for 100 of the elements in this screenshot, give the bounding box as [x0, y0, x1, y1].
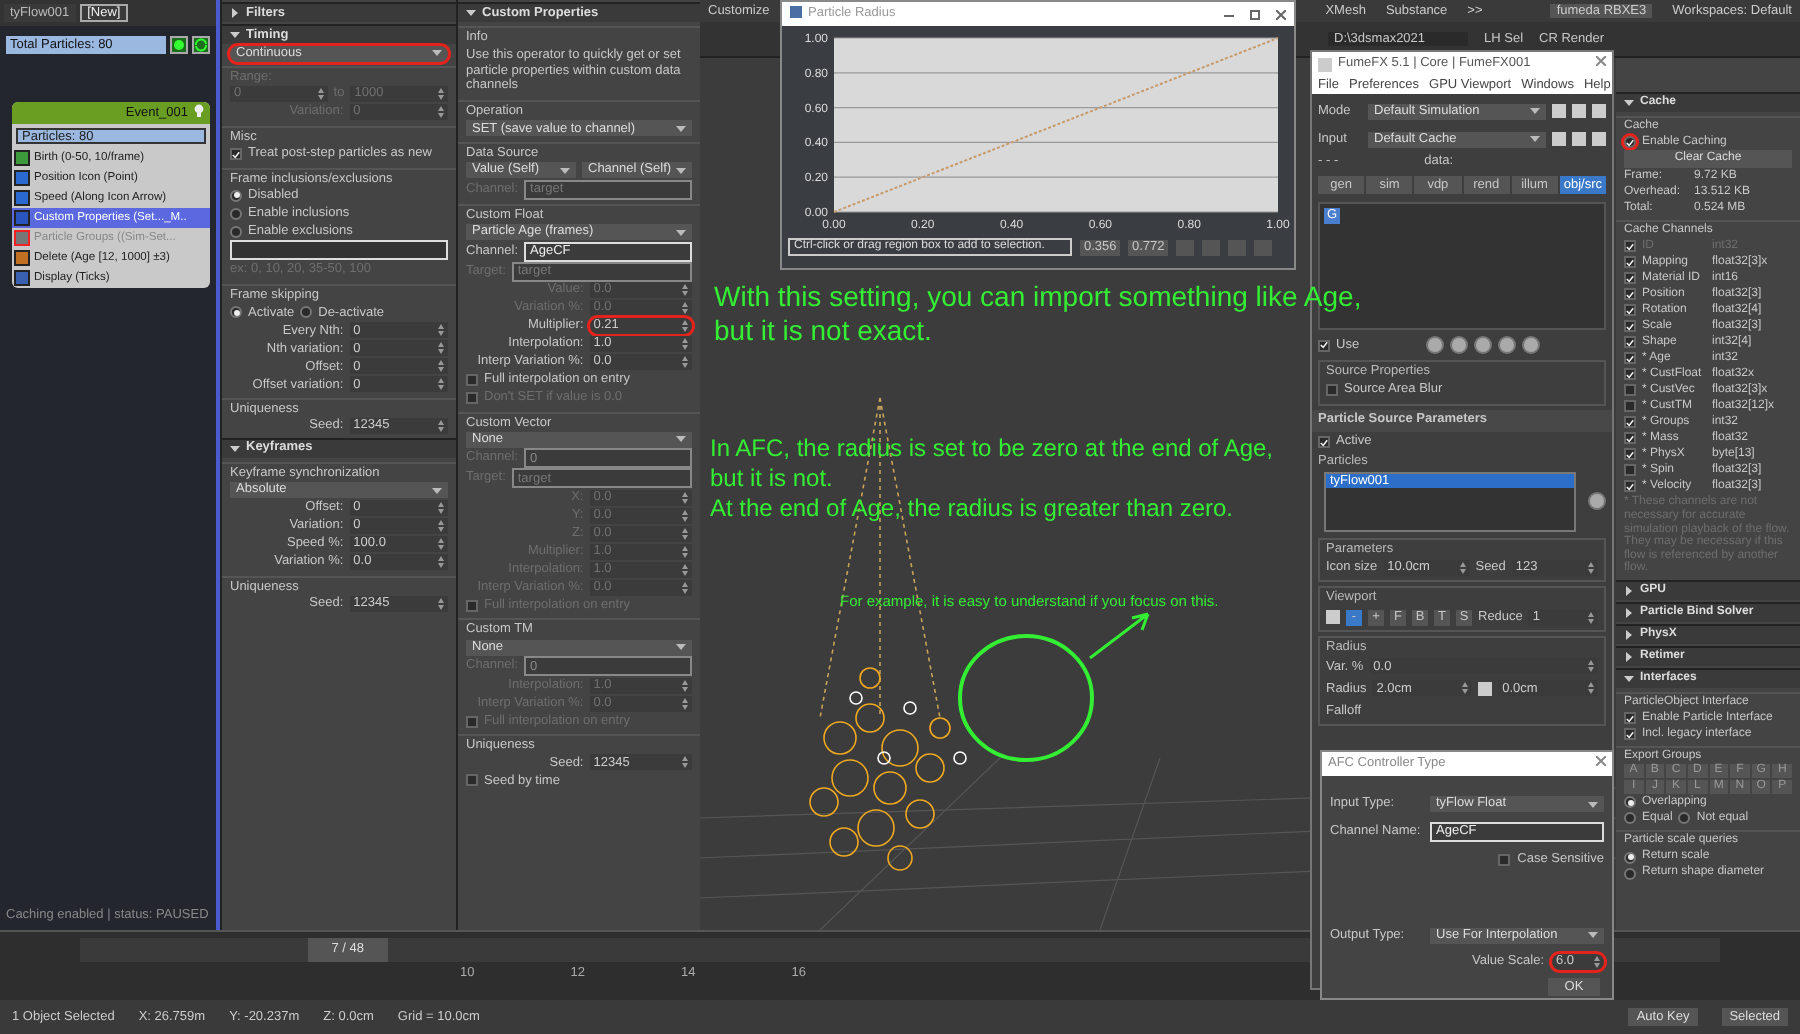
spinner-arrows-icon [1459, 561, 1466, 574]
spinner-arrows-icon [438, 88, 445, 101]
checkbox[interactable] [1318, 339, 1330, 351]
checkbox[interactable] [1624, 368, 1636, 381]
spinner-arrows-icon [438, 106, 444, 119]
checkbox[interactable] [1624, 272, 1636, 285]
status-light-icon [170, 36, 188, 54]
spinner-arrows-icon [1588, 660, 1594, 673]
spinner-arrows-icon [317, 88, 324, 101]
collapse-icon [230, 443, 240, 454]
radio-button[interactable] [300, 306, 313, 319]
annotation-text: With this setting, you can import something like Age, [714, 280, 1362, 314]
checkbox[interactable] [1624, 728, 1636, 741]
radio-button[interactable] [1624, 867, 1636, 879]
spinner-arrows-icon [682, 545, 688, 558]
refresh-icon[interactable] [192, 36, 210, 54]
radio-button[interactable] [230, 189, 242, 202]
hand-drawn-circle [958, 634, 1094, 762]
annotation-text: In AFC, the radius is set to be zero at the end of Age, [710, 434, 1274, 464]
text-input-field[interactable] [230, 240, 448, 261]
checkbox[interactable] [1624, 304, 1636, 317]
checkbox[interactable] [1624, 712, 1636, 725]
spinner-arrows-icon [682, 509, 688, 522]
spinner-arrows-icon [438, 597, 444, 610]
checkbox[interactable] [230, 148, 242, 161]
checkbox[interactable] [1624, 320, 1636, 333]
annotation-text: At the end of Age, the radius is greater than zero. [710, 494, 1233, 524]
checkbox[interactable] [1326, 384, 1338, 397]
spinner-arrows-icon [438, 324, 444, 337]
radio-button[interactable] [230, 207, 242, 220]
checkbox[interactable] [1624, 336, 1636, 349]
spinner-arrows-icon [1588, 561, 1594, 574]
close-icon[interactable] [1276, 9, 1286, 19]
spinner-arrows-icon [682, 320, 688, 333]
spinner-arrows-icon [682, 302, 688, 315]
expand-icon [230, 8, 240, 18]
checkmark-icon [1626, 137, 1634, 148]
spinner-arrows-icon [438, 360, 444, 373]
radio-button[interactable] [1624, 851, 1636, 863]
spinner-arrows-icon [1594, 955, 1600, 968]
checkbox[interactable] [1624, 464, 1636, 477]
checkmark-icon [1626, 481, 1634, 492]
caret-icon [676, 436, 686, 443]
spinner-arrows-icon [682, 338, 688, 351]
spinner-arrows-icon [438, 420, 444, 433]
collapse-icon [466, 8, 476, 18]
checkbox[interactable] [1624, 416, 1636, 429]
spinner-arrows-icon [682, 756, 688, 769]
spinner-arrows-icon [438, 520, 444, 533]
window-icon [790, 5, 802, 23]
checkmark-icon [1320, 437, 1328, 448]
spinner-arrows-icon [682, 563, 688, 576]
radio-button[interactable] [230, 225, 242, 238]
checkbox[interactable] [1624, 288, 1636, 301]
radio-button[interactable] [1624, 812, 1636, 825]
checkbox[interactable] [1318, 436, 1330, 449]
caret-icon [1530, 136, 1540, 142]
checkbox[interactable] [1624, 136, 1636, 149]
maximize-icon[interactable] [1250, 9, 1260, 19]
close-icon[interactable] [1596, 756, 1606, 772]
collapse-icon [1624, 98, 1634, 108]
checkbox[interactable] [1624, 400, 1636, 413]
spinner-arrows-icon [682, 284, 688, 297]
spinner-arrows-icon [682, 581, 688, 594]
caret-icon [676, 125, 686, 132]
spinner-arrows-icon [682, 697, 688, 710]
spinner-arrows-icon [682, 527, 688, 540]
checkbox[interactable] [1624, 480, 1636, 493]
checkbox[interactable] [1624, 352, 1636, 365]
caret-icon [560, 167, 570, 174]
lightbulb-icon [194, 103, 204, 123]
annotation-text: but it is not exact. [714, 314, 932, 348]
close-icon[interactable] [1596, 56, 1606, 72]
spinner-arrows-icon [438, 378, 444, 391]
hand-drawn-arrow [1088, 612, 1150, 660]
radio-button[interactable] [1624, 796, 1636, 809]
checkbox[interactable] [466, 774, 478, 787]
checkbox[interactable] [1624, 432, 1636, 445]
checkmark-icon [1320, 340, 1328, 350]
collapse-icon [1624, 673, 1634, 684]
checkbox[interactable] [1624, 384, 1636, 397]
annotation-text: but it is not. [710, 464, 833, 494]
radio-button[interactable] [1678, 812, 1691, 825]
radio-button[interactable] [230, 306, 242, 319]
spinner-arrows-icon [682, 679, 688, 692]
checkbox[interactable] [1624, 256, 1636, 269]
caret-icon [432, 50, 442, 56]
caret-icon [676, 229, 686, 236]
checkbox[interactable] [466, 374, 478, 387]
checkbox[interactable] [1497, 853, 1510, 866]
spinner-arrows-icon [438, 342, 444, 355]
checkbox[interactable] [1624, 448, 1636, 461]
minimize-icon[interactable] [1224, 9, 1234, 19]
app-icon [1318, 57, 1332, 71]
caret-icon [432, 487, 442, 494]
spinner-arrows-icon [438, 502, 444, 515]
caret-icon [676, 644, 686, 651]
spinner-arrows-icon [1588, 611, 1594, 624]
caret-icon [676, 167, 686, 174]
caret-icon [1530, 108, 1540, 114]
